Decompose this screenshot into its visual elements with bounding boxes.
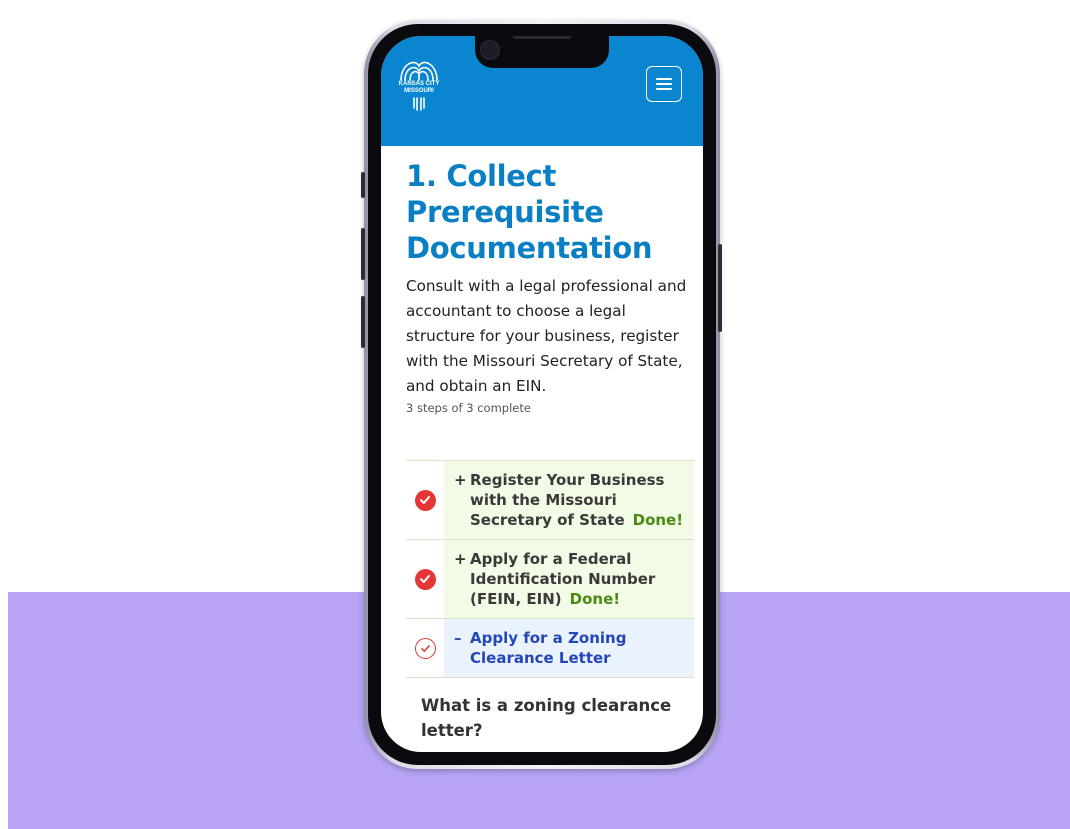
menu-button[interactable] <box>646 66 682 102</box>
mute-switch <box>361 172 365 198</box>
check-circle-icon <box>414 568 436 590</box>
done-label: Done! <box>569 590 621 608</box>
step-zoning-clearance[interactable]: – Apply for a Zoning Clearance Letter <box>406 619 694 678</box>
kansas-city-logo[interactable]: KANSAS CITY MISSOURI <box>395 56 443 114</box>
step-title-wrap: Apply for a Federal Identification Numbe… <box>470 549 686 609</box>
done-label: Done! <box>632 511 684 529</box>
logo-state-text: MISSOURI <box>404 88 434 94</box>
check-circle-icon <box>414 489 436 511</box>
step-body: – Apply for a Zoning Clearance Letter <box>444 619 694 677</box>
main-content: 1. Collect Prerequisite Documentation Co… <box>406 158 696 415</box>
collapse-icon: – <box>454 629 462 647</box>
step-status-column <box>406 540 444 618</box>
volume-down-button <box>361 296 365 348</box>
step-title: Apply for a Federal Identification Numbe… <box>470 550 656 608</box>
hamburger-icon-line <box>656 88 672 90</box>
hamburger-icon <box>656 78 672 80</box>
expand-icon: + <box>454 550 467 568</box>
power-button <box>718 244 722 332</box>
step-register-business[interactable]: + Register Your Business with the Missou… <box>406 461 694 540</box>
expand-icon: + <box>454 471 467 489</box>
progress-status: 3 steps of 3 complete <box>406 401 531 415</box>
intro-paragraph: Consult with a legal professional and ac… <box>406 277 687 395</box>
hamburger-icon-line <box>656 83 672 85</box>
page-title: 1. Collect Prerequisite Documentation <box>406 159 653 265</box>
step-status-column <box>406 461 444 539</box>
section-heading: What is a zoning clearance letter? <box>421 696 672 740</box>
step-title-wrap: Register Your Business with the Missouri… <box>470 470 686 530</box>
camera-icon <box>480 40 500 60</box>
step-apply-fein[interactable]: + Apply for a Federal Identification Num… <box>406 540 694 619</box>
step-title: Apply for a Zoning Clearance Letter <box>470 629 627 667</box>
step-body: + Register Your Business with the Missou… <box>444 461 694 539</box>
volume-up-button <box>361 228 365 280</box>
step-status-column <box>406 619 444 677</box>
step-body: + Apply for a Federal Identification Num… <box>444 540 694 618</box>
steps-list: + Register Your Business with the Missou… <box>406 460 694 678</box>
check-outline-icon <box>414 637 436 659</box>
phone-notch <box>475 36 609 68</box>
phone-screen: KANSAS CITY MISSOURI 1. Collect Prerequi… <box>381 36 703 752</box>
logo-city-text: KANSAS CITY <box>398 81 440 87</box>
speaker-grille <box>513 36 571 39</box>
